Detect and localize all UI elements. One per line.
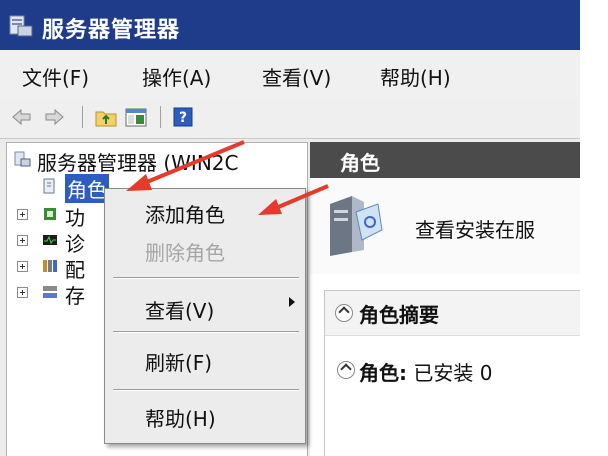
server-manager-icon [14, 151, 31, 167]
toolbar-separator [82, 106, 83, 128]
menu-item-remove-roles[interactable]: 删除角色 [145, 237, 225, 266]
window-title: 服务器管理器 [42, 18, 181, 43]
help-icon[interactable]: ? [172, 106, 194, 128]
menu-item-view-label: 查看(V) [145, 299, 215, 323]
banner-description: 查看安装在服 [415, 218, 535, 242]
submenu-arrow-icon [289, 297, 295, 307]
back-icon[interactable] [10, 106, 34, 128]
expand-icon[interactable] [17, 261, 28, 272]
server-manager-icon [9, 15, 33, 37]
menu-item-add-roles[interactable]: 添加角色 [145, 199, 225, 228]
menu-separator [113, 331, 299, 333]
menu-bar: 文件(F) 操作(A) 查看(V) 帮助(H) [0, 50, 580, 99]
server-manager-window: 服务器管理器 文件(F) 操作(A) 查看(V) 帮助(H) ? 服务器管理器 … [0, 0, 580, 456]
pane-header-title: 角色 [340, 151, 380, 175]
roles-row-label: 角色: [359, 361, 407, 385]
toolbar-separator [160, 106, 161, 128]
menu-action[interactable]: 操作(A) [142, 62, 211, 91]
roles-summary-header[interactable]: 角色摘要 [325, 291, 580, 336]
roles-icon [43, 178, 55, 194]
tree-item-roles-label: 角色 [65, 174, 109, 203]
expand-icon[interactable] [17, 209, 28, 220]
storage-icon [43, 286, 57, 298]
tree-item-configuration-label: 配 [65, 258, 85, 282]
menu-view[interactable]: 查看(V) [262, 62, 331, 91]
tree-item-storage-label: 存 [65, 284, 85, 308]
diagnostics-icon [43, 235, 57, 245]
roles-summary-section: 角色摘要 角色: 已安装 0 [324, 290, 580, 456]
details-pane: 角色 查看安装在服 角色摘要 角色: 已安装 0 [310, 142, 580, 456]
title-bar[interactable]: 服务器管理器 [0, 0, 580, 50]
server-roles-icon [330, 196, 383, 256]
roles-summary-title: 角色摘要 [359, 303, 439, 327]
roles-installed-row: 角色: 已安装 0 [359, 357, 492, 386]
tree-root[interactable]: 服务器管理器 (WIN2C [7, 147, 307, 175]
roles-banner: 查看安装在服 [310, 178, 580, 274]
menu-separator [113, 389, 299, 391]
menu-help[interactable]: 帮助(H) [380, 62, 451, 91]
tree-root-label: 服务器管理器 (WIN2C [37, 151, 239, 175]
roles-row-value: 已安装 0 [413, 361, 493, 385]
menu-item-help[interactable]: 帮助(H) [145, 403, 216, 432]
menu-file[interactable]: 文件(F) [22, 62, 89, 91]
tree-item-features-label: 功 [65, 206, 85, 230]
up-folder-icon[interactable] [94, 106, 118, 128]
forward-icon[interactable] [42, 106, 66, 128]
context-menu: 添加角色 删除角色 查看(V) 刷新(F) 帮助(H) [104, 188, 306, 444]
menu-item-view[interactable]: 查看(V) [105, 289, 305, 323]
menu-separator [113, 277, 299, 279]
svg-text:?: ? [179, 110, 187, 126]
features-icon [44, 208, 56, 220]
tree-item-diagnostics-label: 诊 [65, 232, 85, 256]
collapse-icon[interactable] [335, 304, 353, 322]
show-hide-tree-icon[interactable] [124, 106, 148, 128]
expand-icon[interactable] [17, 235, 28, 246]
toolbar: ? [0, 98, 580, 139]
pane-header: 角色 [310, 142, 580, 178]
menu-item-refresh[interactable]: 刷新(F) [145, 347, 212, 376]
collapse-icon[interactable] [337, 361, 355, 379]
expand-icon[interactable] [17, 287, 28, 298]
configuration-icon [43, 260, 57, 272]
